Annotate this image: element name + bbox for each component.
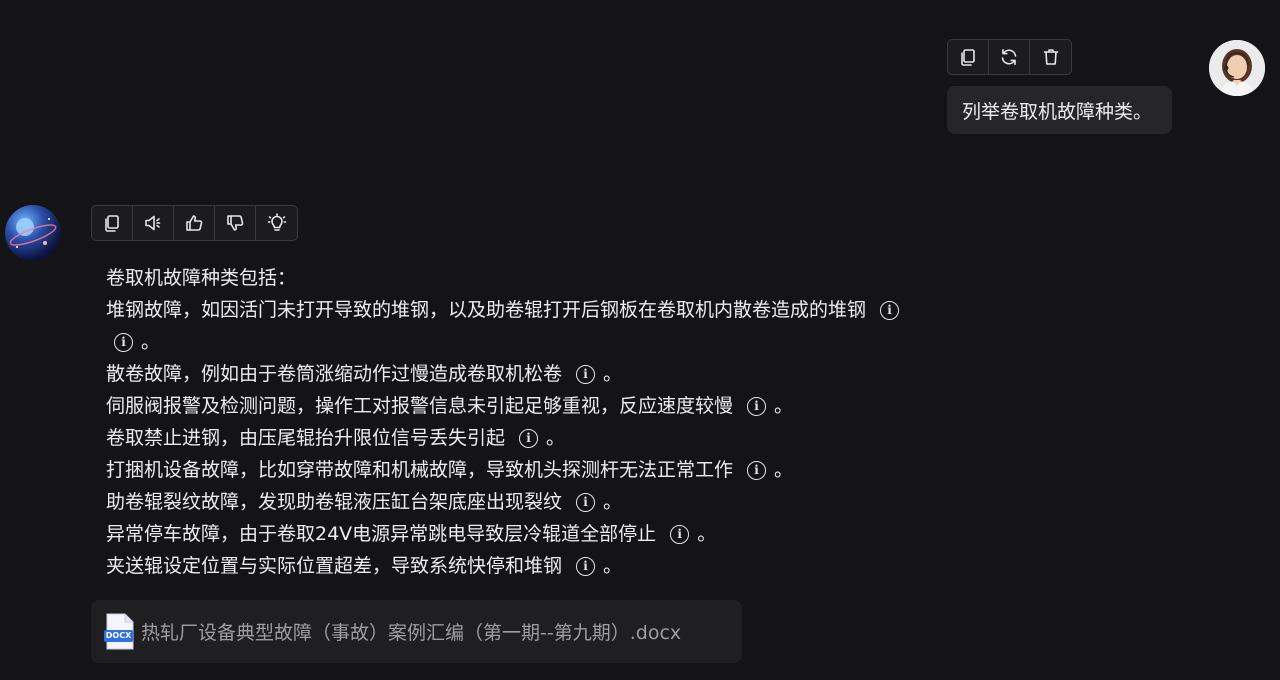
period: 。 (603, 363, 623, 385)
citation-info-icon[interactable]: i (747, 396, 767, 416)
citation-info-icon[interactable]: i (880, 300, 900, 320)
citation-info-icon[interactable]: i (114, 332, 133, 352)
user-avatar-icon (1209, 40, 1265, 96)
planet-icon (9, 218, 57, 248)
list-item-text: 散卷故障，例如由于卷筒涨缩动作过慢造成卷取机松卷 (106, 363, 563, 385)
assistant-answer: 卷取机故障种类包括： 堆钢故障，如因活门未打开导致的堆钢，以及助卷辊打开后钢板在… (106, 262, 986, 582)
list-item: 伺服阀报警及检测问题，操作工对报警信息未引起足够重视，反应速度较慢 i 。 (106, 390, 986, 422)
citation-info-icon[interactable]: i (576, 556, 596, 576)
assistant-avatar (5, 205, 61, 261)
speaker-icon (145, 215, 161, 231)
list-item: 卷取禁止进钢，由压尾辊抬升限位信号丢失引起 i 。 (106, 422, 986, 454)
period: 。 (546, 427, 566, 449)
list-item: 散卷故障，例如由于卷筒涨缩动作过慢造成卷取机松卷 i 。 (106, 358, 986, 390)
dislike-button[interactable] (215, 206, 256, 240)
period: 。 (141, 331, 161, 353)
citation-info-icon[interactable]: i (576, 492, 596, 512)
copy-button[interactable] (92, 206, 133, 240)
assistant-message-toolbar (91, 205, 298, 241)
regenerate-button[interactable] (989, 40, 1030, 74)
thumbs-down-icon (227, 215, 244, 231)
attachment-filename[interactable]: 热轧厂设备典型故障（事故）案例汇编（第一期--第九期）.docx (141, 618, 681, 645)
docx-file-icon: DOCX (104, 613, 136, 651)
trash-icon (1043, 49, 1058, 65)
citation-info-icon[interactable]: i (670, 524, 690, 544)
period: 。 (697, 523, 717, 545)
list-item: 堆钢故障，如因活门未打开导致的堆钢，以及助卷辊打开后钢板在卷取机内散卷造成的堆钢… (106, 294, 986, 326)
answer-intro-text: 卷取机故障种类包括： (106, 267, 297, 289)
citation-info-icon[interactable]: i (576, 364, 596, 384)
docx-badge: DOCX (105, 630, 132, 640)
list-item-text: 卷取禁止进钢，由压尾辊抬升限位信号丢失引起 (106, 427, 506, 449)
list-item-continuation: i 。 (106, 326, 986, 358)
copy-button[interactable] (948, 40, 989, 74)
list-item-text: 助卷辊裂纹故障，发现助卷辊液压缸台架底座出现裂纹 (106, 491, 563, 513)
user-message-bubble: 列举卷取机故障种类。 (947, 86, 1173, 134)
insight-button[interactable] (256, 206, 297, 240)
period: 。 (774, 459, 794, 481)
period: 。 (603, 555, 623, 577)
list-item-text: 打捆机设备故障，比如穿带故障和机械故障，导致机头探测杆无法正常工作 (106, 459, 734, 481)
user-avatar (1209, 40, 1265, 96)
thumbs-up-icon (186, 215, 203, 231)
list-item-text: 伺服阀报警及检测问题，操作工对报警信息未引起足够重视，反应速度较慢 (106, 395, 734, 417)
list-item: 异常停车故障，由于卷取24V电源异常跳电导致层冷辊道全部停止 i 。 (106, 518, 986, 550)
copy-icon (961, 49, 975, 66)
list-item: 夹送辊设定位置与实际位置超差，导致系统快停和堆钢 i 。 (106, 550, 986, 582)
citation-info-icon[interactable]: i (747, 460, 767, 480)
user-message-text: 列举卷取机故障种类。 (962, 100, 1153, 123)
like-button[interactable] (174, 206, 215, 240)
list-item: 打捆机设备故障，比如穿带故障和机械故障，导致机头探测杆无法正常工作 i 。 (106, 454, 986, 486)
refresh-icon (1001, 49, 1017, 65)
attachment-card[interactable]: DOCX 热轧厂设备典型故障（事故）案例汇编（第一期--第九期）.docx (91, 600, 742, 663)
copy-icon (105, 215, 119, 232)
list-item-text: 夹送辊设定位置与实际位置超差，导致系统快停和堆钢 (106, 555, 563, 577)
answer-intro: 卷取机故障种类包括： (106, 262, 986, 294)
lightbulb-icon (267, 213, 286, 231)
read-aloud-button[interactable] (133, 206, 174, 240)
period: 。 (774, 395, 794, 417)
list-item-text: 堆钢故障，如因活门未打开导致的堆钢，以及助卷辊打开后钢板在卷取机内散卷造成的堆钢 (106, 299, 867, 321)
list-item-text: 异常停车故障，由于卷取24V电源异常跳电导致层冷辊道全部停止 (106, 523, 657, 545)
delete-button[interactable] (1030, 40, 1071, 74)
citation-info-icon[interactable]: i (519, 428, 539, 448)
list-item: 助卷辊裂纹故障，发现助卷辊液压缸台架底座出现裂纹 i 。 (106, 486, 986, 518)
period: 。 (603, 491, 623, 513)
user-message-toolbar (947, 39, 1072, 75)
